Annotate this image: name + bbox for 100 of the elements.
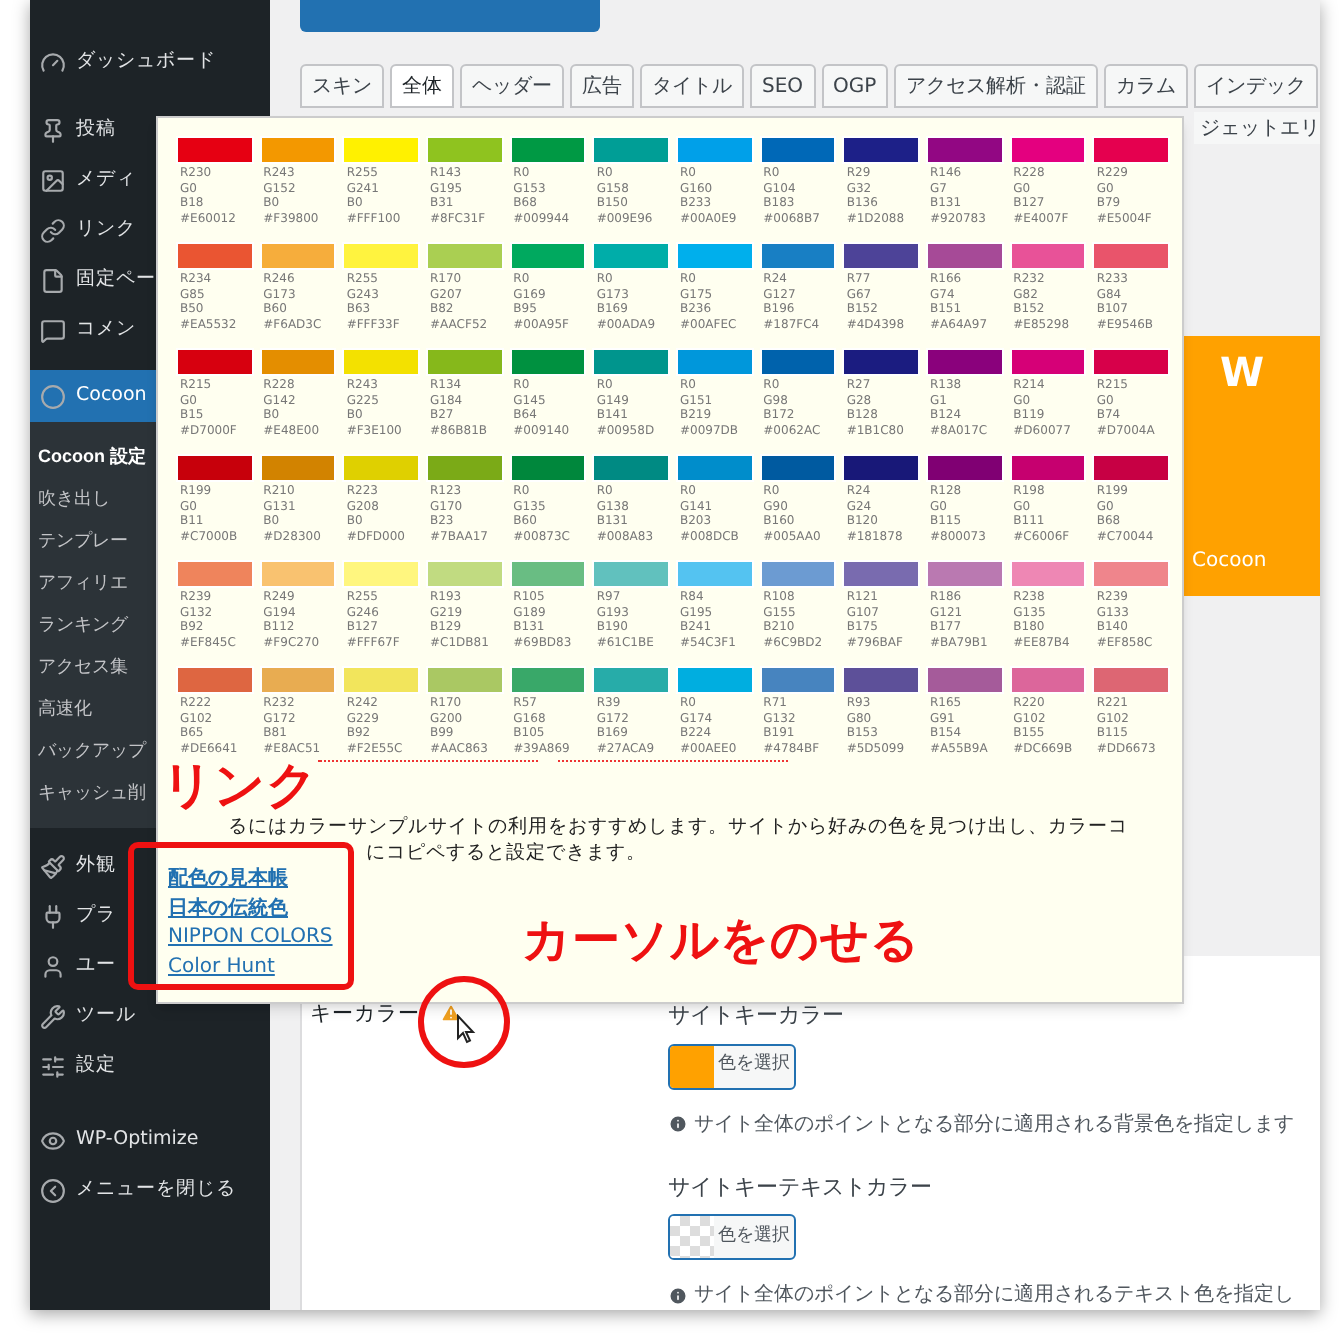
color-swatch[interactable] <box>759 454 837 482</box>
sidebar-item[interactable]: ダッシュボード <box>30 38 270 88</box>
color-swatch[interactable] <box>592 242 670 270</box>
color-swatch[interactable] <box>759 136 837 164</box>
tab[interactable]: スキン <box>300 64 384 108</box>
color-swatch[interactable] <box>259 348 337 376</box>
color-swatch[interactable] <box>926 666 1004 694</box>
color-swatch[interactable] <box>1009 454 1087 482</box>
color-swatch[interactable] <box>1009 348 1087 376</box>
color-swatch[interactable] <box>509 454 587 482</box>
tab[interactable]: ジェットエリ <box>1194 112 1320 144</box>
color-swatch[interactable] <box>676 242 754 270</box>
site-link[interactable]: 配色の見本帳 <box>168 868 288 893</box>
color-swatch[interactable] <box>842 136 920 164</box>
color-swatch[interactable] <box>176 560 254 588</box>
color-swatch[interactable] <box>509 348 587 376</box>
color-swatch[interactable] <box>1009 666 1087 694</box>
color-swatch[interactable] <box>342 242 420 270</box>
color-swatch[interactable] <box>676 454 754 482</box>
color-swatch[interactable] <box>926 242 1004 270</box>
site-link[interactable]: NIPPON COLORS <box>168 926 333 951</box>
cursor-icon <box>456 1014 476 1044</box>
color-swatch[interactable] <box>842 666 920 694</box>
color-swatch[interactable] <box>259 242 337 270</box>
tab[interactable]: ヘッダー <box>460 64 564 108</box>
color-swatch[interactable] <box>759 560 837 588</box>
color-swatch[interactable] <box>1092 454 1170 482</box>
color-swatch[interactable] <box>1009 242 1087 270</box>
tab[interactable]: 全体 <box>390 64 454 108</box>
sidebar-item[interactable]: 設定 <box>30 1042 270 1092</box>
color-swatch[interactable] <box>1009 136 1087 164</box>
color-swatch[interactable] <box>259 136 337 164</box>
color-swatch[interactable] <box>342 136 420 164</box>
color-swatch[interactable] <box>592 454 670 482</box>
color-swatch[interactable] <box>426 136 504 164</box>
color-swatch[interactable] <box>592 348 670 376</box>
color-swatch[interactable] <box>592 136 670 164</box>
color-swatch[interactable] <box>509 560 587 588</box>
color-swatch[interactable] <box>842 560 920 588</box>
color-swatch[interactable] <box>259 666 337 694</box>
color-swatch[interactable] <box>1009 560 1087 588</box>
sidebar-item[interactable]: メニューを閉じる <box>30 1166 270 1216</box>
color-swatch[interactable] <box>842 348 920 376</box>
color-swatch[interactable] <box>176 666 254 694</box>
color-swatch[interactable] <box>509 666 587 694</box>
plug-icon <box>40 904 66 930</box>
color-swatch[interactable] <box>926 454 1004 482</box>
color-swatch[interactable] <box>1092 136 1170 164</box>
color-swatch[interactable] <box>426 666 504 694</box>
color-swatch[interactable] <box>926 560 1004 588</box>
sidebar-item[interactable]: 投稿 <box>30 106 270 156</box>
color-swatch[interactable] <box>1092 560 1170 588</box>
tab[interactable]: 広告 <box>570 64 634 108</box>
color-swatch[interactable] <box>676 666 754 694</box>
tab[interactable]: SEO <box>750 64 816 108</box>
tab[interactable]: タイトル <box>640 64 744 108</box>
color-swatch[interactable] <box>342 666 420 694</box>
color-swatch[interactable] <box>842 242 920 270</box>
color-picker-button[interactable]: 色を選択 <box>668 1214 796 1260</box>
color-swatch[interactable] <box>426 454 504 482</box>
color-swatch[interactable] <box>342 454 420 482</box>
sidebar-item[interactable]: WP-Optimize <box>30 1116 270 1166</box>
site-link[interactable]: Color Hunt <box>168 955 275 980</box>
color-swatch[interactable] <box>676 136 754 164</box>
field-title: サイトキーテキストカラー <box>668 1171 932 1203</box>
color-swatch[interactable] <box>676 348 754 376</box>
tab[interactable]: OGP <box>821 64 889 108</box>
color-swatch[interactable] <box>259 454 337 482</box>
sidebar-item[interactable]: ツール <box>30 992 270 1042</box>
color-swatch[interactable] <box>509 242 587 270</box>
color-swatch[interactable] <box>426 560 504 588</box>
color-swatch[interactable] <box>342 348 420 376</box>
color-swatch[interactable] <box>676 560 754 588</box>
tab[interactable]: アクセス解析・認証 <box>894 64 1099 108</box>
color-swatch[interactable] <box>759 242 837 270</box>
color-swatch[interactable] <box>426 348 504 376</box>
color-swatch[interactable] <box>1092 348 1170 376</box>
color-swatch[interactable] <box>342 560 420 588</box>
color-swatch[interactable] <box>259 560 337 588</box>
tab[interactable]: カラム <box>1104 64 1189 108</box>
color-swatch[interactable] <box>759 666 837 694</box>
color-swatch[interactable] <box>926 348 1004 376</box>
brush-icon <box>40 854 66 880</box>
color-swatch[interactable] <box>926 136 1004 164</box>
color-swatch[interactable] <box>426 242 504 270</box>
color-swatch[interactable] <box>509 136 587 164</box>
tab[interactable]: インデック <box>1194 64 1319 108</box>
site-link[interactable]: 日本の伝統色 <box>168 897 288 922</box>
color-swatch[interactable] <box>842 454 920 482</box>
wrench-icon <box>40 1004 66 1030</box>
color-swatch[interactable] <box>592 666 670 694</box>
color-swatch[interactable] <box>176 454 254 482</box>
color-swatch[interactable] <box>176 242 254 270</box>
color-picker-button[interactable]: 色を選択 <box>668 1043 796 1089</box>
color-swatch[interactable] <box>759 348 837 376</box>
color-swatch[interactable] <box>592 560 670 588</box>
color-swatch[interactable] <box>1092 666 1170 694</box>
color-swatch[interactable] <box>176 348 254 376</box>
color-swatch[interactable] <box>1092 242 1170 270</box>
color-swatch[interactable] <box>176 136 254 164</box>
